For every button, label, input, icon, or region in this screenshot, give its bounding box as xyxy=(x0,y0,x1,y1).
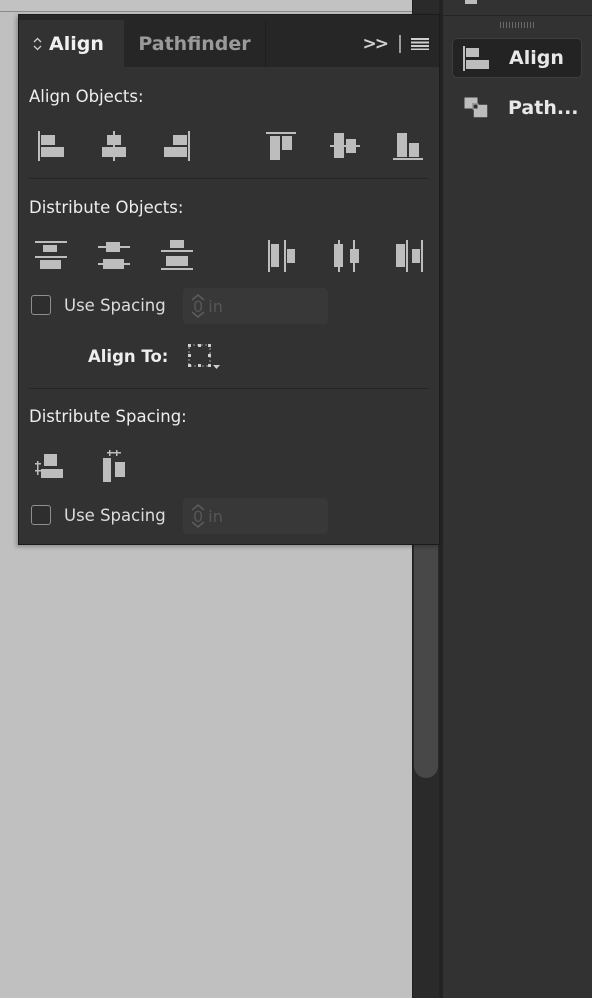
dock-grip-handle[interactable] xyxy=(500,22,534,28)
vertical-distribute-bottom-button[interactable] xyxy=(159,239,193,273)
vertical-distribute-space-button[interactable] xyxy=(33,450,67,484)
vertical-distribute-center-icon xyxy=(98,242,130,269)
horizontal-distribute-center-icon xyxy=(334,240,359,272)
panel-menu-icon[interactable] xyxy=(411,38,429,50)
vertical-distribute-center-button[interactable] xyxy=(96,239,130,273)
distribute-objects-use-spacing: Use Spacing xyxy=(31,295,166,315)
align-icon xyxy=(463,45,493,71)
tabbar-divider xyxy=(399,35,401,53)
horizontal-distribute-left-button[interactable] xyxy=(267,239,301,273)
tab-label: Align xyxy=(49,32,104,55)
distribute-spacing-title: Distribute Spacing: xyxy=(29,407,187,426)
use-spacing-checkbox[interactable] xyxy=(31,505,51,525)
horizontal-distribute-right-button[interactable] xyxy=(393,239,427,273)
canvas-top-edge xyxy=(0,0,412,12)
distribute-spacing-spacing-field xyxy=(183,498,393,534)
pathfinder-icon xyxy=(462,95,492,121)
expand-collapse-icon[interactable] xyxy=(33,37,42,51)
vertical-align-top-icon xyxy=(266,132,296,160)
horizontal-align-right-button[interactable] xyxy=(160,129,194,163)
tab-align[interactable]: Align xyxy=(19,20,124,67)
tab-pathfinder[interactable]: Pathfinder xyxy=(124,20,266,67)
dock-top-group xyxy=(443,0,592,16)
vertical-align-bottom-icon xyxy=(393,133,423,160)
align-to-label: Align To: xyxy=(88,347,169,366)
vertical-distribute-top-icon xyxy=(35,241,67,269)
horizontal-distribute-left-icon xyxy=(268,240,295,272)
distribute-spacing-use-spacing: Use Spacing xyxy=(31,505,166,525)
spacing-input[interactable] xyxy=(183,498,393,534)
horizontal-align-center-button[interactable] xyxy=(97,129,131,163)
vertical-align-bottom-button[interactable] xyxy=(391,129,425,163)
vertical-distribute-space-icon xyxy=(35,454,63,478)
horizontal-align-left-icon xyxy=(38,131,64,161)
horizontal-align-center-icon xyxy=(102,131,126,161)
use-spacing-label: Use Spacing xyxy=(64,505,166,525)
panel-dock: Align Path... xyxy=(443,0,592,998)
section-divider xyxy=(29,178,429,179)
dock-item-label: Path... xyxy=(508,97,579,119)
vertical-distribute-top-button[interactable] xyxy=(33,239,67,273)
align-panel: Align Pathfinder >> Align Objects: Distr… xyxy=(18,14,440,545)
use-spacing-checkbox[interactable] xyxy=(31,295,51,315)
distribute-objects-spacing-field xyxy=(183,288,393,324)
tab-label: Pathfinder xyxy=(138,32,251,55)
dock-item-pathfinder[interactable]: Path... xyxy=(452,88,582,128)
vertical-align-top-button[interactable] xyxy=(264,129,298,163)
horizontal-align-left-button[interactable] xyxy=(34,129,68,163)
use-spacing-label: Use Spacing xyxy=(64,295,166,315)
section-divider xyxy=(29,388,429,389)
collapse-panel-button[interactable]: >> xyxy=(363,34,389,54)
spacing-input[interactable] xyxy=(183,288,393,324)
horizontal-align-right-icon xyxy=(164,131,190,161)
distribute-objects-title: Distribute Objects: xyxy=(29,198,184,217)
horizontal-distribute-space-icon xyxy=(103,450,125,482)
dock-item-align[interactable]: Align xyxy=(452,38,582,78)
dock-item-label: Align xyxy=(509,47,564,69)
align-objects-title: Align Objects: xyxy=(29,87,144,106)
vertical-align-center-button[interactable] xyxy=(328,129,362,163)
vertical-distribute-bottom-icon xyxy=(161,240,193,270)
stepper-arrows-icon xyxy=(191,294,205,318)
horizontal-distribute-center-button[interactable] xyxy=(330,239,364,273)
vertical-align-center-icon xyxy=(330,133,360,158)
dock-partial-icon xyxy=(465,0,477,4)
align-to-dropdown[interactable] xyxy=(186,342,226,372)
horizontal-distribute-right-icon xyxy=(396,240,423,272)
horizontal-distribute-space-button[interactable] xyxy=(97,450,131,484)
align-to-selection-icon xyxy=(188,344,220,369)
panel-tab-bar: Align Pathfinder >> xyxy=(19,15,439,67)
stepper-arrows-icon xyxy=(191,504,205,528)
